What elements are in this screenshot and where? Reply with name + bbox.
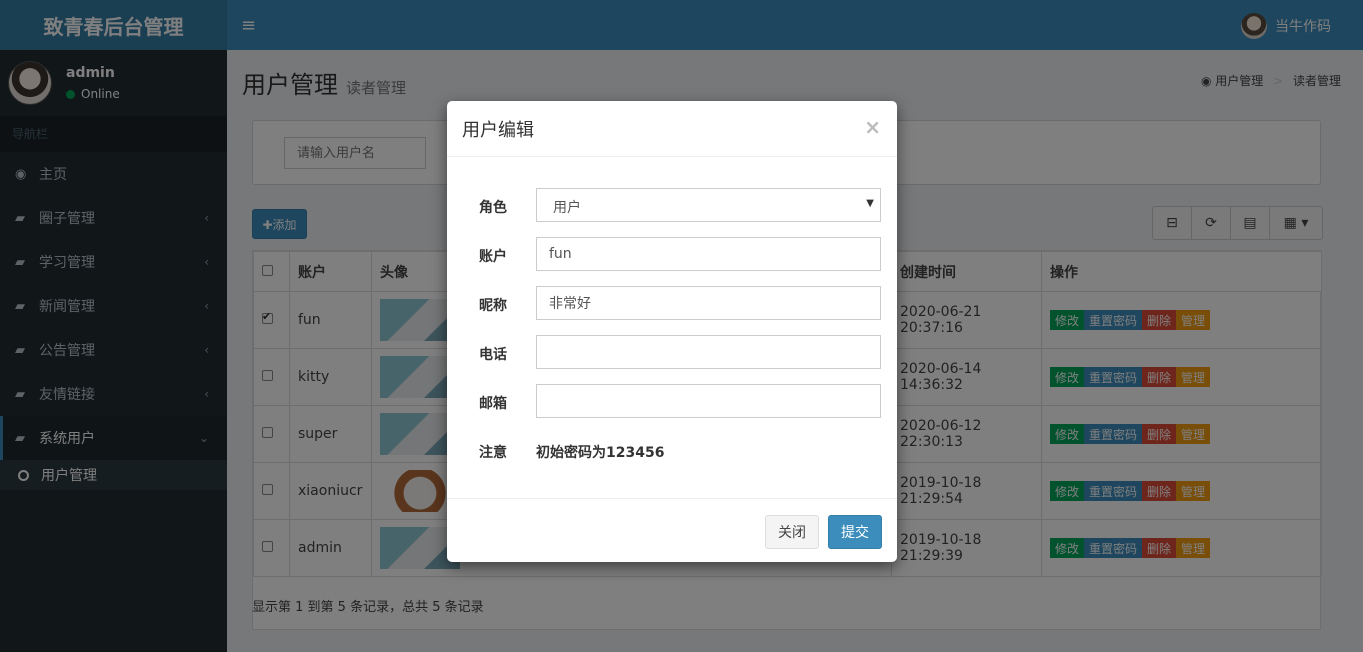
nickname-label: 昵称 <box>479 298 507 314</box>
account-label: 账户 <box>479 249 507 265</box>
email-input[interactable] <box>536 384 881 418</box>
role-row: 角色 用户 ▼ <box>447 188 897 222</box>
phone-label: 电话 <box>479 347 507 363</box>
phone-input[interactable] <box>536 335 881 369</box>
caret-down-icon: ▼ <box>866 198 874 209</box>
close-button[interactable]: 关闭 <box>765 515 819 549</box>
email-row: 邮箱 <box>447 384 897 418</box>
user-edit-modal: 用户编辑 × 角色 用户▼ 账户 昵称 电话 邮箱 注意 初始密码为123456… <box>447 101 897 562</box>
role-label: 角色 <box>479 200 507 216</box>
submit-button[interactable]: 提交 <box>828 515 882 549</box>
role-select[interactable]: 用户 ▼ <box>536 188 881 222</box>
note-row: 注意 初始密码为123456 <box>447 433 897 467</box>
modal-title: 用户编辑 <box>447 101 897 157</box>
modal-footer: 关闭 提交 <box>447 498 897 562</box>
note-label: 注意 <box>479 445 507 461</box>
password-note: 初始密码为123456 <box>536 445 665 461</box>
phone-row: 电话 <box>447 335 897 369</box>
close-icon[interactable]: × <box>864 115 881 139</box>
account-input[interactable] <box>536 237 881 271</box>
nickname-input[interactable] <box>536 286 881 320</box>
email-label: 邮箱 <box>479 396 507 412</box>
account-row: 账户 <box>447 237 897 271</box>
nickname-row: 昵称 <box>447 286 897 320</box>
